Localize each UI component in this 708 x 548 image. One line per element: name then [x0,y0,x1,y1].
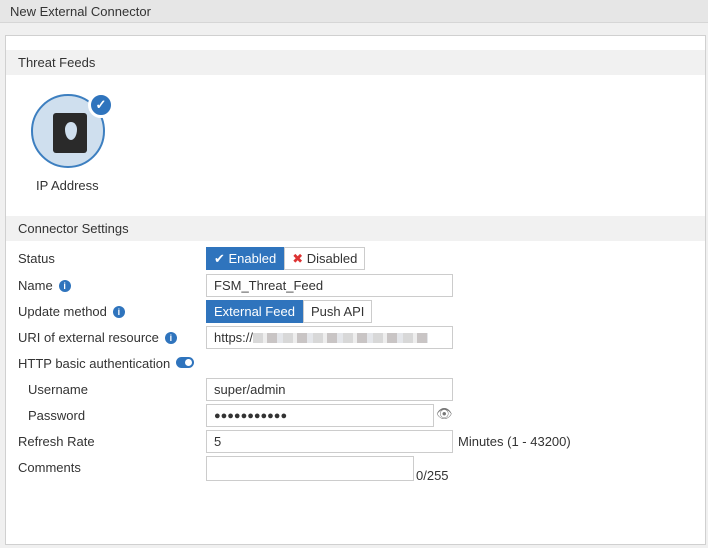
username-label: Username [28,382,88,397]
redacted-url [253,333,429,343]
x-circle-icon: ✖ [292,251,307,266]
section-header-threat-feeds: Threat Feeds [6,50,705,75]
check-circle-icon: ✔ [214,251,229,266]
name-label: Name i [18,278,71,293]
info-icon[interactable]: i [58,280,71,292]
external-feed-button[interactable]: External Feed [206,300,303,323]
refresh-rate-label: Refresh Rate [18,434,95,449]
status-toggle: ✔ Enabled ✖ Disabled [206,247,366,270]
section-header-connector-settings: Connector Settings [6,216,705,241]
info-icon[interactable]: i [164,332,177,344]
name-input[interactable]: FSM_Threat_Feed [206,274,453,297]
window-title: New External Connector [0,0,708,23]
uri-label: URI of external resource i [18,330,177,345]
password-label: Password [28,408,86,423]
username-input[interactable]: super/admin [206,378,453,401]
info-icon[interactable]: i [112,306,125,318]
comments-textarea[interactable] [206,456,414,481]
refresh-rate-hint: Minutes (1 - 43200) [458,434,571,449]
update-method-toggle: External Feed Push API [206,300,373,323]
http-auth-toggle[interactable] [176,357,195,368]
disabled-button[interactable]: ✖ Disabled [284,247,366,270]
password-input[interactable]: ●●●●●●●●●●● [206,404,434,427]
eye-icon[interactable]: 👁 [436,406,453,422]
refresh-rate-input[interactable]: 5 [206,430,453,453]
uri-input[interactable]: https:// [206,326,453,349]
update-method-label: Update method i [18,304,125,319]
comments-label: Comments [18,460,81,475]
status-label: Status [18,251,55,266]
enabled-button[interactable]: ✔ Enabled [206,247,285,270]
http-auth-label: HTTP basic authentication [18,356,195,371]
ip-address-feed-tile[interactable]: ✓ [31,92,114,174]
checkmark-icon: ✓ [88,92,114,118]
ip-address-label: IP Address [36,178,99,193]
comments-counter: 0/255 [416,468,449,483]
connector-panel: Threat Feeds ✓ IP Address Connector Sett… [5,35,706,545]
push-api-button[interactable]: Push API [302,300,373,323]
